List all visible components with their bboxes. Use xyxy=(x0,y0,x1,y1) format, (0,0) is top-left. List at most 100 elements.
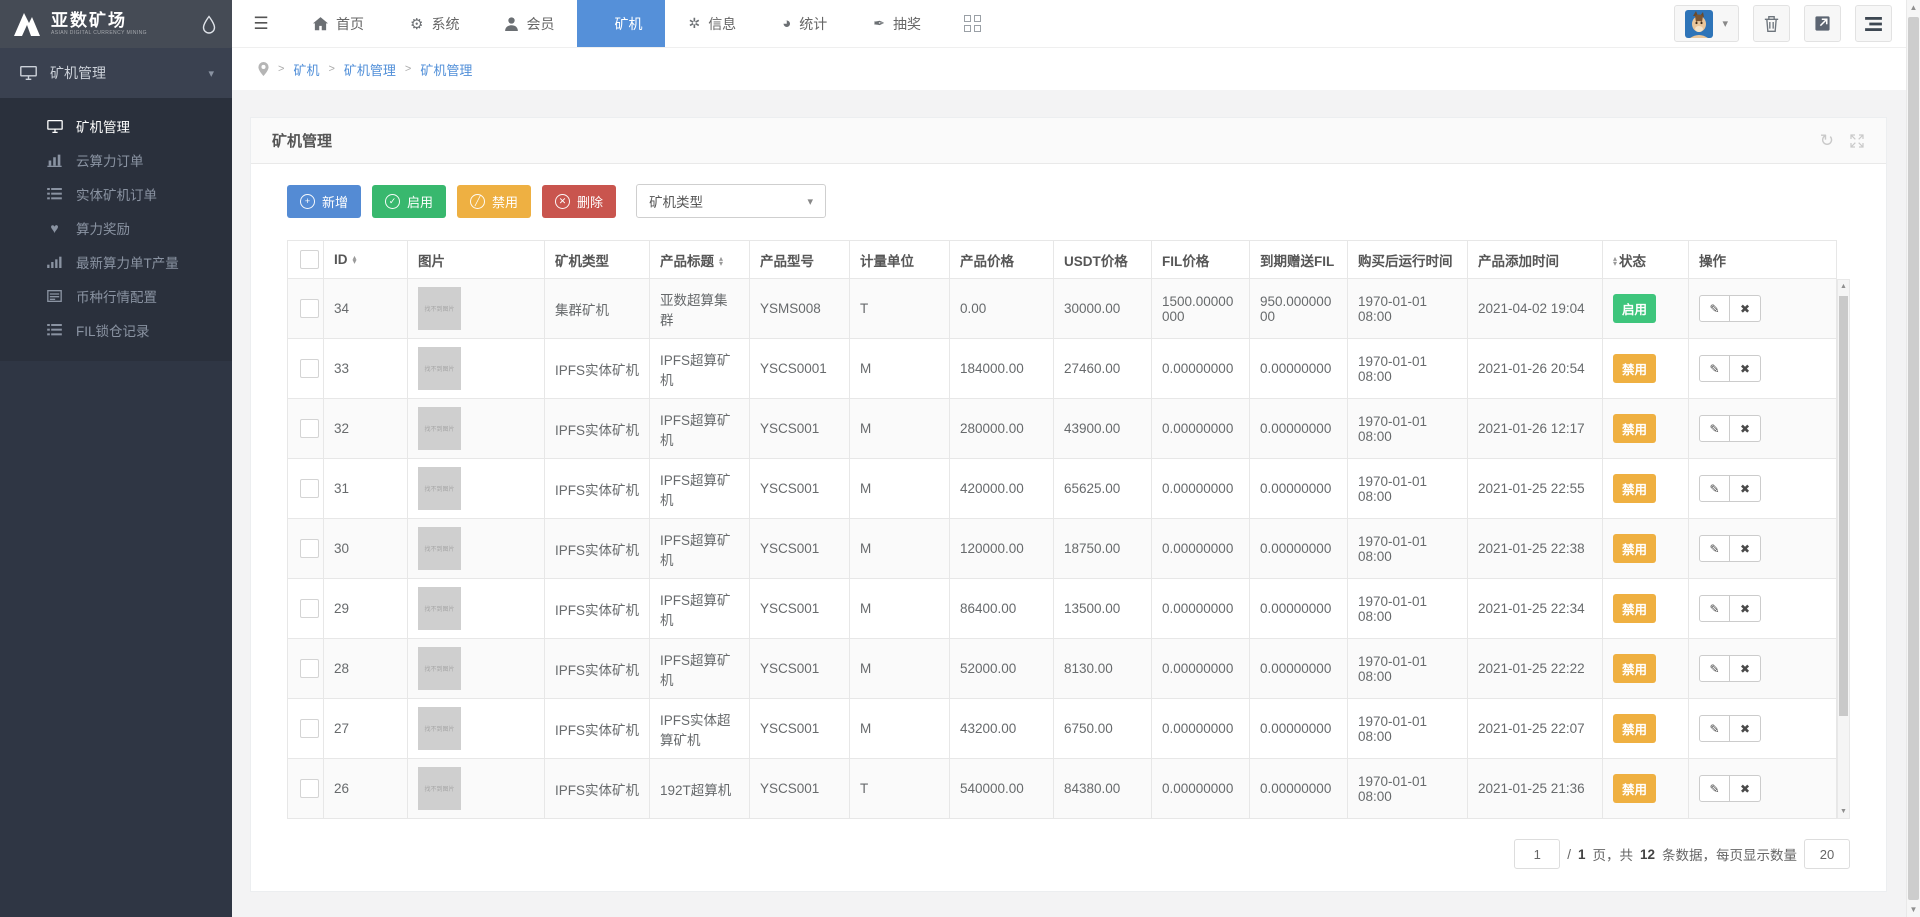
edit-row-button[interactable]: ✎ xyxy=(1699,295,1730,322)
sidebar-item-coin-market-config[interactable]: 币种行情配置 xyxy=(0,279,232,313)
delete-row-button[interactable]: ✖ xyxy=(1730,295,1761,322)
edit-row-button[interactable]: ✎ xyxy=(1699,595,1730,622)
disable-button[interactable]: ╱ 禁用 xyxy=(457,185,531,218)
cell-usdt-price: 30000.00 xyxy=(1054,279,1152,339)
expand-icon[interactable] xyxy=(1849,133,1865,149)
breadcrumb-current[interactable]: 矿机管理 xyxy=(420,60,472,79)
sidebar-item-miner-management[interactable]: 矿机管理 xyxy=(0,109,232,143)
edit-row-button[interactable]: ✎ xyxy=(1699,475,1730,502)
window-scrollbar[interactable]: ▲ ▼ xyxy=(1906,0,1920,917)
sidebar-item-latest-output-per-t[interactable]: 最新算力单T产量 xyxy=(0,245,232,279)
cell-product-price: 280000.00 xyxy=(950,399,1054,459)
cell-runtime: 1970-01-01 08:00 xyxy=(1348,279,1468,339)
delete-button[interactable]: ✕ 删除 xyxy=(542,185,616,218)
cell-fil-price: 0.00000000 xyxy=(1152,339,1250,399)
pagination: / 1 页，共 12 条数据，每页显示数量 xyxy=(287,839,1850,869)
nav-item-miners[interactable]: 矿机 xyxy=(577,0,665,47)
scroll-up-icon[interactable]: ▲ xyxy=(1907,3,1920,12)
cell-status: 禁用 xyxy=(1603,519,1689,579)
delete-row-button[interactable]: ✖ xyxy=(1730,475,1761,502)
open-external-button[interactable] xyxy=(1804,5,1841,42)
delete-row-button[interactable]: ✖ xyxy=(1730,355,1761,382)
sidebar-item-hashrate-rewards[interactable]: ♥ 算力奖励 xyxy=(0,211,232,245)
refresh-icon[interactable]: ↻ xyxy=(1820,131,1834,151)
row-checkbox[interactable] xyxy=(300,299,319,318)
edit-row-button[interactable]: ✎ xyxy=(1699,355,1730,382)
table-scrollbar-thumb[interactable] xyxy=(1839,296,1848,716)
window-scrollbar-thumb[interactable] xyxy=(1908,17,1919,900)
enable-button[interactable]: ✓ 启用 xyxy=(372,185,446,218)
row-checkbox[interactable] xyxy=(300,599,319,618)
cell-image: 找不到图片 xyxy=(408,759,545,819)
col-status[interactable]: ▴▾状态 xyxy=(1603,241,1689,279)
scroll-down-icon[interactable]: ▼ xyxy=(1907,905,1920,914)
cell-added-time: 2021-01-25 22:38 xyxy=(1468,519,1603,579)
col-product-title[interactable]: 产品标题▴▾ xyxy=(650,241,750,279)
right-panel-toggle-button[interactable] xyxy=(1855,5,1892,42)
delete-row-button[interactable]: ✖ xyxy=(1730,415,1761,442)
breadcrumb-link-miner-management[interactable]: 矿机管理 xyxy=(344,60,396,79)
cell-unit: M xyxy=(850,459,950,519)
cell-unit: M xyxy=(850,339,950,399)
delete-row-button[interactable]: ✖ xyxy=(1730,715,1761,742)
cell-product-title: IPFS超算矿机 xyxy=(650,339,750,399)
sidebar-item-fil-lock-records[interactable]: FIL锁仓记录 xyxy=(0,313,232,347)
table-scrollbar[interactable]: ▲ ▼ xyxy=(1837,279,1850,819)
cell-expiry-gift-fil: 0.00000000 xyxy=(1250,699,1348,759)
edit-row-button[interactable]: ✎ xyxy=(1699,415,1730,442)
delete-row-button[interactable]: ✖ xyxy=(1730,775,1761,802)
cell-status: 禁用 xyxy=(1603,399,1689,459)
row-checkbox[interactable] xyxy=(300,539,319,558)
sidebar-toggle-icon[interactable]: ☰ xyxy=(232,0,290,47)
row-checkbox[interactable] xyxy=(300,359,319,378)
edit-row-button[interactable]: ✎ xyxy=(1699,715,1730,742)
cell-actions: ✎ ✖ xyxy=(1689,639,1837,699)
delete-row-button[interactable]: ✖ xyxy=(1730,655,1761,682)
nav-item-lottery[interactable]: ✒ 抽奖 xyxy=(850,0,944,47)
nav-item-info[interactable]: ✲ 信息 xyxy=(665,0,759,47)
row-checkbox[interactable] xyxy=(300,479,319,498)
row-checkbox[interactable] xyxy=(300,419,319,438)
nav-item-members[interactable]: 会员 xyxy=(482,0,577,47)
table-row: 31 找不到图片 IPFS实体矿机 IPFS超算矿机 YSCS001 M 420… xyxy=(288,459,1837,519)
scroll-down-icon[interactable]: ▼ xyxy=(1838,808,1849,815)
apps-grid-icon-button[interactable] xyxy=(944,0,1001,47)
edit-row-button[interactable]: ✎ xyxy=(1699,775,1730,802)
brand-title: 亚数矿场 xyxy=(51,12,147,31)
sort-icon: ▴▾ xyxy=(719,257,723,266)
col-id[interactable]: ID▴▾ xyxy=(324,241,408,279)
page-size-input[interactable] xyxy=(1804,839,1850,869)
sidebar-item-physical-miner-orders[interactable]: 实体矿机订单 xyxy=(0,177,232,211)
sidebar-group-miner-management[interactable]: 矿机管理 ▾ xyxy=(0,48,232,98)
caret-down-icon: ▾ xyxy=(808,195,814,208)
edit-row-button[interactable]: ✎ xyxy=(1699,655,1730,682)
add-button[interactable]: + 新增 xyxy=(287,185,361,218)
row-checkbox[interactable] xyxy=(300,719,319,738)
nav-item-home[interactable]: 首页 xyxy=(290,0,387,47)
sidebar-item-cloud-hashrate-orders[interactable]: 云算力订单 xyxy=(0,143,232,177)
delete-row-button[interactable]: ✖ xyxy=(1730,535,1761,562)
page-number-input[interactable] xyxy=(1514,839,1560,869)
total-count: 12 xyxy=(1640,847,1655,862)
status-badge: 禁用 xyxy=(1613,534,1656,563)
breadcrumb-link-miners[interactable]: 矿机 xyxy=(293,60,319,79)
logo-area[interactable]: 亚数矿场 ASIAN DIGITAL CURRENCY MINING xyxy=(0,0,232,48)
miner-type-select[interactable]: 矿机类型 ▾ xyxy=(636,184,826,218)
page-title: 矿机管理 xyxy=(272,130,332,151)
row-checkbox[interactable] xyxy=(300,779,319,798)
cell-unit: M xyxy=(850,519,950,579)
cell-status: 禁用 xyxy=(1603,459,1689,519)
user-avatar-menu[interactable]: ▾ xyxy=(1674,5,1739,42)
nav-item-system[interactable]: ⚙ 系统 xyxy=(387,0,482,47)
nav-item-statistics[interactable]: ◕ 统计 xyxy=(759,0,850,47)
cell-image: 找不到图片 xyxy=(408,339,545,399)
edit-row-button[interactable]: ✎ xyxy=(1699,535,1730,562)
select-all-checkbox[interactable] xyxy=(300,250,319,269)
row-checkbox[interactable] xyxy=(300,659,319,678)
delete-row-button[interactable]: ✖ xyxy=(1730,595,1761,622)
trash-button[interactable] xyxy=(1753,5,1790,42)
cell-product-model: YSMS008 xyxy=(750,279,850,339)
scroll-up-icon[interactable]: ▲ xyxy=(1838,283,1849,290)
cell-product-model: YSCS001 xyxy=(750,639,850,699)
bar-chart-icon xyxy=(46,154,63,167)
